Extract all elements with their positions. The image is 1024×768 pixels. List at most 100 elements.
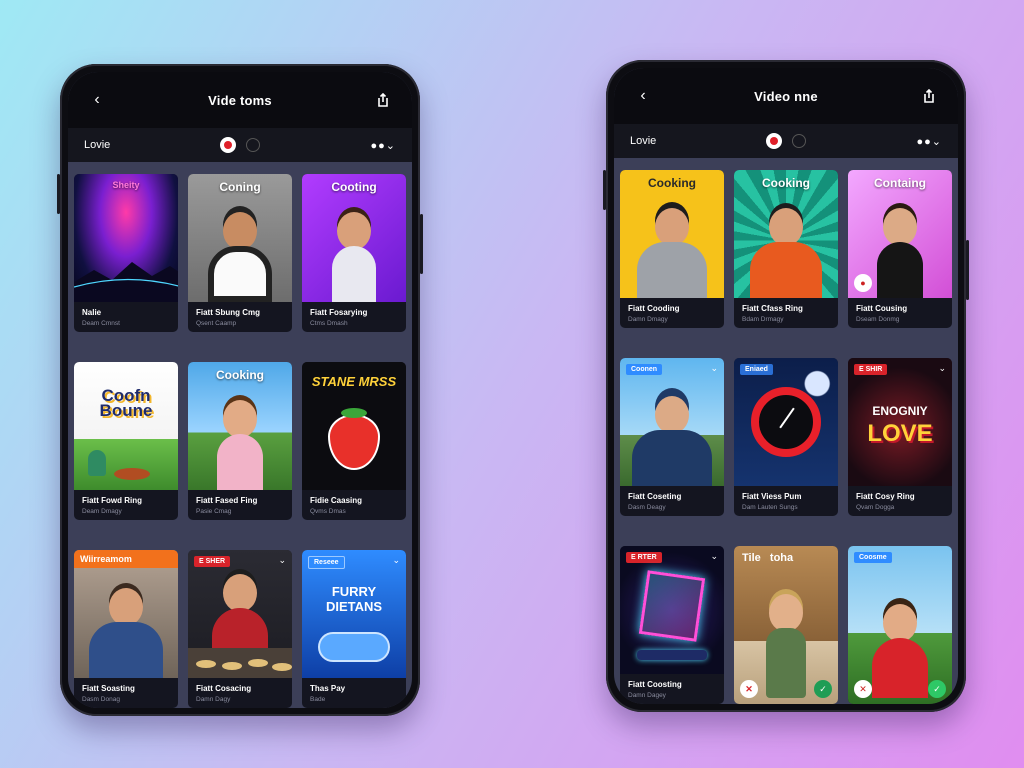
video-thumbnail[interactable]: Cooting xyxy=(302,174,406,302)
video-subtitle: Ctms Dmash xyxy=(310,320,348,327)
back-arrow-icon[interactable]: ‹ xyxy=(86,89,108,111)
category-badge: E RTER xyxy=(626,552,662,563)
video-card[interactable]: Wiirreamom Fiatt Soasting Dasm Donag xyxy=(74,550,178,708)
video-thumbnail[interactable]: Coosme ✕ ✓ xyxy=(848,546,952,704)
refresh-icon[interactable] xyxy=(792,134,806,148)
video-thumbnail[interactable]: Coning xyxy=(188,174,292,302)
video-card[interactable]: Containg ● Fiatt Cousing Dseam Donmg xyxy=(848,170,952,328)
video-card[interactable]: Tile toha ✕ ✓ xyxy=(734,546,838,704)
video-thumbnail[interactable]: Coofn Boune xyxy=(74,362,178,490)
video-card[interactable]: E SHIR ⌄ ENOGNIY LOVE Fiatt Cosy Ring Qva… xyxy=(848,358,952,516)
chevron-down-icon[interactable]: ⌄ xyxy=(710,551,718,562)
video-title: Fiatt Coseting xyxy=(628,492,682,501)
video-subtitle: Qvam Dogga xyxy=(856,504,895,511)
video-subtitle: Qsent Caamp xyxy=(196,320,237,327)
video-thumbnail[interactable]: Cooking xyxy=(620,170,724,298)
sub-bar: Lovie ●●⌄ xyxy=(68,128,412,162)
category-badge: Coosme xyxy=(854,552,892,563)
video-title: Fiatt Sbung Cmg xyxy=(196,308,260,317)
person-illustration xyxy=(750,208,822,298)
video-card[interactable]: STANE MRSS Fidie Caasing Qvms Dmas xyxy=(302,362,406,520)
video-grid: Cooking Fiatt Cooding Damn Dmagy Cooking xyxy=(614,158,958,704)
video-thumbnail[interactable]: Coonen ⌄ xyxy=(620,358,724,486)
video-card[interactable]: Eniaed Fiatt Viess Pum Dam Lauten Sungs xyxy=(734,358,838,516)
video-thumbnail[interactable]: Cooking xyxy=(734,170,838,298)
right-screen: ‹ Video nne Lovie ●●⌄ Cooking Fiatt Cood… xyxy=(614,68,958,704)
video-grid: Sheity Nalie Deam Cmnst Coning Fiatt Sbun… xyxy=(68,162,412,708)
video-thumbnail[interactable]: Tile toha ✕ ✓ xyxy=(734,546,838,704)
video-thumbnail[interactable]: Sheity xyxy=(74,174,178,302)
share-icon[interactable] xyxy=(372,89,394,111)
top-bar: ‹ Vide toms xyxy=(68,72,412,128)
video-card[interactable]: Reseee ⌄ FURRY DIETANS Thas Pay Bade xyxy=(302,550,406,708)
video-card[interactable]: Coning Fiatt Sbung Cmg Qsent Caamp xyxy=(188,174,292,332)
page-title: Video nne xyxy=(754,88,818,104)
play-icon[interactable]: ● xyxy=(854,274,872,292)
video-thumbnail[interactable]: Wiirreamom xyxy=(74,550,178,678)
thumbnail-title: Cooting xyxy=(331,180,377,194)
category-badge: Coonen xyxy=(626,364,663,375)
video-card[interactable]: Coofn Boune Fiatt Fowd Ring Deam Dmagy xyxy=(74,362,178,520)
check-icon[interactable]: ✓ xyxy=(814,680,832,698)
video-thumbnail[interactable]: Cooking xyxy=(188,362,292,490)
person-illustration xyxy=(332,212,376,302)
video-card[interactable]: Coosme ✕ ✓ xyxy=(848,546,952,704)
gamepad-icon xyxy=(318,632,390,662)
more-menu-button[interactable]: ●●⌄ xyxy=(916,135,942,148)
chevron-down-icon[interactable]: ⌄ xyxy=(710,363,718,374)
video-thumbnail[interactable]: Eniaed xyxy=(734,358,838,486)
share-icon[interactable] xyxy=(918,85,940,107)
video-subtitle: Bdam Drmagy xyxy=(742,316,784,323)
thumbnail-title: Cooking xyxy=(648,176,696,190)
video-card[interactable]: Cooking Fiatt Cooding Damn Dmagy xyxy=(620,170,724,328)
check-icon[interactable]: ✓ xyxy=(928,680,946,698)
video-subtitle: Dseam Donmg xyxy=(856,316,900,323)
video-card[interactable]: Sheity Nalie Deam Cmnst xyxy=(74,174,178,332)
video-subtitle: Damn Dagey xyxy=(628,692,666,699)
video-card[interactable]: Coonen ⌄ Fiatt Coseting Dasm Deagy xyxy=(620,358,724,516)
video-subtitle: Deam Cmnst xyxy=(82,320,120,327)
video-card[interactable]: E SHER ⌄ Fiatt Cosacing Damn Dagy xyxy=(188,550,292,708)
video-card[interactable]: Cooking Fiatt Cfass Ring Bdam Drmagy xyxy=(734,170,838,328)
person-illustration xyxy=(89,588,163,678)
person-illustration xyxy=(637,208,707,298)
person-illustration xyxy=(632,396,712,486)
video-subtitle: Deam Dmagy xyxy=(82,508,122,515)
video-card[interactable]: Cooting Fiatt Fosarying Ctms Dmash xyxy=(302,174,406,332)
more-menu-button[interactable]: ●●⌄ xyxy=(370,139,396,152)
record-icon[interactable] xyxy=(220,137,236,153)
person-illustration xyxy=(872,604,928,698)
video-thumbnail[interactable]: Containg ● xyxy=(848,170,952,298)
video-thumbnail[interactable]: E RTER ⌄ xyxy=(620,546,724,674)
sub-bar: Lovie ●●⌄ xyxy=(614,124,958,158)
thumbnail-title: Cooking xyxy=(762,176,810,190)
category-badge: Wiirreamom xyxy=(74,550,178,568)
video-thumbnail[interactable]: E SHIR ⌄ ENOGNIY LOVE xyxy=(848,358,952,486)
video-thumbnail[interactable]: STANE MRSS xyxy=(302,362,406,490)
chevron-down-icon[interactable]: ⌄ xyxy=(938,363,946,374)
strawberry-icon xyxy=(328,414,380,470)
video-card[interactable]: E RTER ⌄ Fiatt Coosting Damn Dagey xyxy=(620,546,724,704)
chevron-down-icon[interactable]: ⌄ xyxy=(278,555,286,566)
chevron-down-icon[interactable]: ⌄ xyxy=(392,555,400,566)
video-title: Fiatt Cfass Ring xyxy=(742,304,803,313)
category-badge: E SHER xyxy=(194,556,231,567)
refresh-icon[interactable] xyxy=(246,138,260,152)
video-title: Fiatt Viess Pum xyxy=(742,492,802,501)
close-icon[interactable]: ✕ xyxy=(740,680,758,698)
thumbnail-title: Containg xyxy=(874,176,926,190)
video-card[interactable]: Cooking Fiatt Fased Fing Pasie Cmag xyxy=(188,362,292,520)
video-title: Fiatt Fosarying xyxy=(310,308,368,317)
record-icon[interactable] xyxy=(766,133,782,149)
video-title: Fiatt Cousing xyxy=(856,304,908,313)
video-subtitle: Pasie Cmag xyxy=(196,508,232,515)
target-icon xyxy=(751,387,821,457)
video-title: Fiatt Cosacing xyxy=(196,684,252,693)
video-title: Fiatt Cooding xyxy=(628,304,680,313)
video-subtitle: Dam Lauten Sungs xyxy=(742,504,798,511)
thumbnail-title: Coning xyxy=(219,180,261,194)
video-thumbnail[interactable]: E SHER ⌄ xyxy=(188,550,292,678)
close-icon[interactable]: ✕ xyxy=(854,680,872,698)
video-thumbnail[interactable]: Reseee ⌄ FURRY DIETANS xyxy=(302,550,406,678)
back-arrow-icon[interactable]: ‹ xyxy=(632,85,654,107)
